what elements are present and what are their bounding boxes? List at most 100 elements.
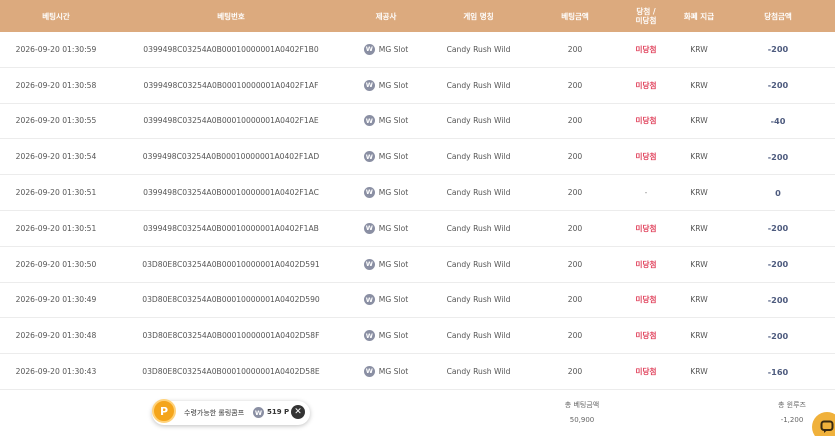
vendor-logo-icon: W (363, 115, 375, 127)
win-amount: -200 (767, 223, 789, 234)
table-row[interactable]: 2026-09-20 01:30:51 0399498C03254A0B00010… (0, 211, 835, 247)
table-row[interactable]: 2026-09-20 01:30:49 03D80E8C03254A0B00010… (0, 283, 835, 319)
vendor-cell: W MG Slot (350, 115, 422, 127)
vendor-name: MG Slot (378, 116, 409, 126)
bet-id: 0399498C03254A0B00010000001A0402F1AC (143, 188, 319, 198)
bet-time: 2026-09-20 01:30:48 (15, 331, 97, 341)
currency: KRW (690, 295, 708, 305)
win-amount: -200 (767, 80, 789, 91)
bet-amount: 200 (567, 116, 583, 126)
game-name: Candy Rush Wild (446, 259, 511, 269)
vendor-logo-icon: W (363, 258, 375, 270)
currency: KRW (690, 367, 708, 377)
game-name: Candy Rush Wild (446, 116, 511, 126)
currency: KRW (690, 116, 708, 126)
bet-id: 0399498C03254A0B00010000001A0402F1AF (143, 80, 319, 90)
result-status: - (644, 188, 648, 198)
vendor-logo-icon: W (363, 294, 375, 306)
currency: KRW (690, 80, 708, 90)
col-header-currency: 화폐 지급 (683, 11, 715, 21)
result-status: 미당첨 (635, 259, 657, 269)
bet-time: 2026-09-20 01:30:51 (15, 223, 97, 233)
table-row[interactable]: 2026-09-20 01:30:50 03D80E8C03254A0B00010… (0, 247, 835, 283)
chat-button[interactable] (812, 412, 835, 436)
game-name: Candy Rush Wild (446, 44, 511, 54)
vendor-name: MG Slot (378, 367, 409, 377)
table-header: 베팅시간 베팅번호 제공사 게임 명칭 베팅금액 당첨 / 미당첨 화폐 지급 … (0, 0, 835, 32)
bet-time: 2026-09-20 01:30:49 (15, 295, 97, 305)
vendor-logo-icon: W (363, 366, 375, 378)
bet-amount: 200 (567, 367, 583, 377)
game-name: Candy Rush Wild (446, 367, 511, 377)
bet-amount: 200 (567, 44, 583, 54)
table-row[interactable]: 2026-09-20 01:30:59 0399498C03254A0B00010… (0, 32, 835, 68)
vendor-cell: W MG Slot (350, 43, 422, 55)
totals-row: 총 베팅금액 50,900 총 윈루즈 -1,200 (0, 392, 835, 436)
bet-time: 2026-09-20 01:30:55 (15, 116, 97, 126)
game-name: Candy Rush Wild (446, 80, 511, 90)
bet-time: 2026-09-20 01:30:59 (15, 44, 97, 54)
bet-amount: 200 (567, 80, 583, 90)
bet-id: 0399498C03254A0B00010000001A0402F1B0 (143, 44, 319, 54)
currency: KRW (690, 223, 708, 233)
result-status: 미당첨 (635, 80, 657, 90)
vendor-name: MG Slot (378, 331, 409, 341)
bet-amount: 200 (567, 295, 583, 305)
vendor-logo-icon: W (363, 222, 375, 234)
bet-time: 2026-09-20 01:30:58 (15, 80, 97, 90)
bet-id: 0399498C03254A0B00010000001A0402F1AD (142, 152, 320, 162)
col-header-game: 게임 명칭 (463, 11, 494, 21)
result-status: 미당첨 (635, 367, 657, 377)
vendor-cell: W MG Slot (350, 222, 422, 234)
vendor-cell: W MG Slot (350, 330, 422, 342)
rolling-comp-label: 수령가능한 롤링콤프 (184, 409, 245, 417)
vendor-name: MG Slot (378, 259, 409, 269)
vendor-cell: W MG Slot (350, 79, 422, 91)
bet-time: 2026-09-20 01:30:54 (15, 152, 97, 162)
col-header-vendor: 제공사 (375, 11, 397, 21)
vendor-cell: W MG Slot (350, 294, 422, 306)
bet-id: 0399498C03254A0B00010000001A0402F1AE (143, 116, 319, 126)
col-header-bet-id: 베팅번호 (217, 11, 245, 21)
table-row[interactable]: 2026-09-20 01:30:55 0399498C03254A0B00010… (0, 104, 835, 140)
bet-id: 03D80E8C03254A0B00010000001A0402D58E (142, 367, 320, 377)
vendor-name: MG Slot (378, 152, 409, 162)
result-status: 미당첨 (635, 331, 657, 341)
vendor-cell: W MG Slot (350, 366, 422, 378)
table-row[interactable]: 2026-09-20 01:30:54 0399498C03254A0B00010… (0, 139, 835, 176)
bet-amount: 200 (567, 223, 583, 233)
bet-amount: 200 (567, 331, 583, 341)
vendor-logo-icon: W (363, 43, 375, 55)
col-header-bet-amount: 베팅금액 (561, 11, 589, 21)
vendor-name: MG Slot (378, 223, 409, 233)
bet-time: 2026-09-20 01:30:43 (15, 367, 97, 377)
bet-id: 0399498C03254A0B00010000001A0402F1AB (143, 223, 319, 233)
table-row[interactable]: 2026-09-20 01:30:58 0399498C03254A0B00010… (0, 68, 835, 104)
table-row[interactable]: 2026-09-20 01:30:51 0399498C03254A0B00010… (0, 175, 835, 211)
win-amount: -200 (767, 330, 789, 341)
vendor-name: MG Slot (378, 44, 409, 54)
win-amount: -40 (770, 115, 786, 126)
vendor-name: MG Slot (378, 188, 409, 198)
vendor-name: MG Slot (378, 80, 409, 90)
currency: KRW (690, 188, 708, 198)
win-amount: -200 (767, 151, 789, 162)
vendor-cell: W MG Slot (350, 151, 422, 163)
game-name: Candy Rush Wild (446, 223, 511, 233)
bet-time: 2026-09-20 01:30:50 (15, 259, 97, 269)
table-row[interactable]: 2026-09-20 01:30:48 03D80E8C03254A0B00010… (0, 318, 835, 355)
vendor-cell: W MG Slot (350, 187, 422, 199)
bet-id: 03D80E8C03254A0B00010000001A0402D591 (142, 259, 320, 269)
chat-icon (820, 420, 834, 433)
currency: KRW (690, 152, 708, 162)
game-name: Candy Rush Wild (446, 295, 511, 305)
col-header-result: 당첨 / 미당첨 (615, 7, 677, 25)
win-amount: -160 (767, 366, 789, 377)
bet-amount: 200 (567, 259, 583, 269)
table-row[interactable]: 2026-09-20 01:30:43 03D80E8C03254A0B00010… (0, 354, 835, 390)
result-status: 미당첨 (635, 152, 657, 162)
rolling-comp-points: 519 P (267, 408, 290, 416)
vendor-logo-icon: W (363, 151, 375, 163)
close-icon[interactable]: ✕ (291, 405, 305, 419)
bet-amount: 200 (567, 188, 583, 198)
